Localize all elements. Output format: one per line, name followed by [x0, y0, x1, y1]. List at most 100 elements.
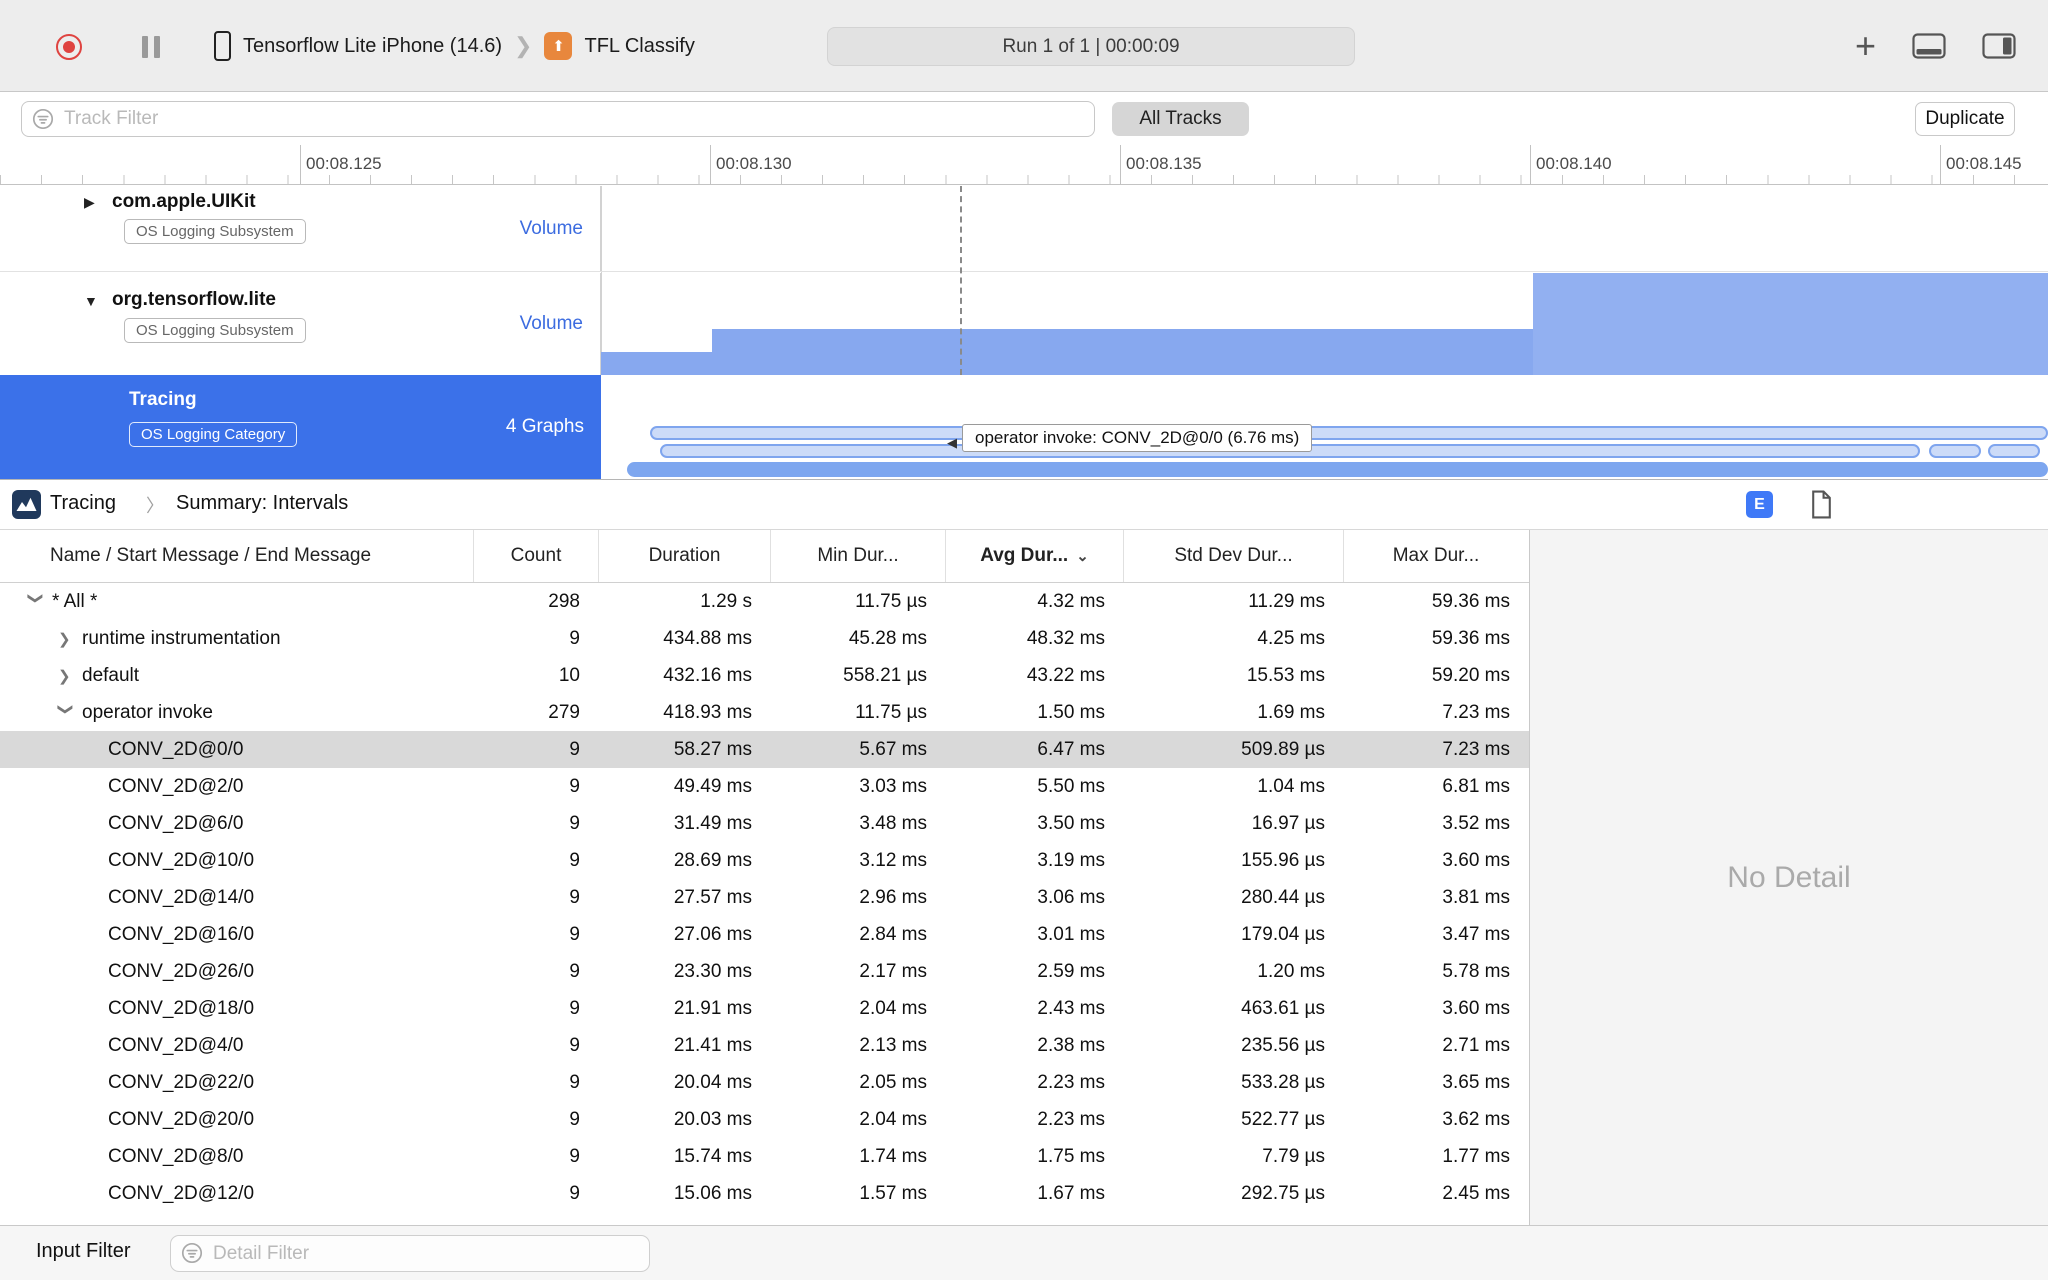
table-row[interactable]: CONV_2D@14/0 9 27.57 ms 2.96 ms 3.06 ms 280.4… [0, 879, 1529, 916]
disclosure-collapsed-icon[interactable]: ❯ [58, 667, 82, 685]
table-row[interactable]: CONV_2D@20/0 9 20.03 ms 2.04 ms 2.23 ms 522.7… [0, 1101, 1529, 1138]
cell-min: 2.13 ms [859, 1034, 927, 1056]
breadcrumb-root[interactable]: Tracing [50, 492, 116, 515]
column-header-std[interactable]: Std Dev Dur... [1123, 530, 1343, 582]
cell-duration: 15.06 ms [673, 1182, 752, 1204]
disclosure-collapsed-icon[interactable]: ▶ [84, 194, 95, 211]
add-instrument-button[interactable]: + [1855, 28, 1876, 64]
disclosure-collapsed-icon[interactable]: ❯ [58, 630, 82, 648]
interval-bar[interactable] [650, 426, 2048, 440]
cell-min: 2.96 ms [859, 886, 927, 908]
cell-std: 463.61 µs [1241, 997, 1325, 1019]
row-name: CONV_2D@2/0 [108, 775, 244, 797]
cell-max: 3.52 ms [1442, 812, 1510, 834]
interval-bar[interactable] [1988, 444, 2040, 458]
toggle-right-pane-button[interactable] [1982, 33, 2016, 59]
cell-std: 235.56 µs [1241, 1034, 1325, 1056]
right-pane-icon [1982, 33, 2016, 59]
table-row[interactable]: ❯ * All * 298 1.29 s 11.75 µs 4.32 ms 11.29 ms… [0, 583, 1529, 620]
cell-duration: 28.69 ms [673, 849, 752, 871]
all-tracks-button[interactable]: All Tracks [1112, 102, 1249, 136]
cell-avg: 3.06 ms [1037, 886, 1105, 908]
cell-avg: 6.47 ms [1037, 738, 1105, 760]
track-filter-input[interactable] [21, 101, 1095, 137]
table-row[interactable]: CONV_2D@26/0 9 23.30 ms 2.17 ms 2.59 ms 1.20 … [0, 953, 1529, 990]
table-row[interactable]: CONV_2D@12/0 9 15.06 ms 1.57 ms 1.67 ms 292.7… [0, 1175, 1529, 1212]
record-button[interactable] [56, 34, 82, 60]
cell-count: 9 [569, 886, 580, 908]
tooltip-text: operator invoke: CONV_2D@0/0 (6.76 ms) [975, 428, 1300, 447]
column-header-count[interactable]: Count [473, 530, 598, 582]
cell-std: 4.25 ms [1257, 627, 1325, 649]
cell-duration: 432.16 ms [663, 664, 752, 686]
table-row[interactable]: CONV_2D@6/0 9 31.49 ms 3.48 ms 3.50 ms 16.97 … [0, 805, 1529, 842]
column-header-min[interactable]: Min Dur... [770, 530, 945, 582]
table-row[interactable]: CONV_2D@2/0 9 49.49 ms 3.03 ms 5.50 ms 1.04 m… [0, 768, 1529, 805]
cell-max: 6.81 ms [1442, 775, 1510, 797]
column-header-max[interactable]: Max Dur... [1343, 530, 1528, 582]
toggle-bottom-pane-button[interactable] [1912, 33, 1946, 59]
cell-min: 3.48 ms [859, 812, 927, 834]
track-tracing-selected[interactable]: ◀ operator invoke: CONV_2D@0/0 (6.76 ms)… [0, 375, 2048, 480]
table-row[interactable]: CONV_2D@8/0 9 15.74 ms 1.74 ms 1.75 ms 7.79 µ… [0, 1138, 1529, 1175]
tooltip-pointer-icon: ◀ [947, 435, 957, 450]
table-row[interactable]: CONV_2D@10/0 9 28.69 ms 3.12 ms 3.19 ms 155.9… [0, 842, 1529, 879]
track-header[interactable]: ▼ org.tensorflow.lite OS Logging Subsyst… [0, 273, 601, 375]
column-header-name[interactable]: Name / Start Message / End Message [0, 530, 473, 582]
cell-count: 9 [569, 1182, 580, 1204]
track-name: com.apple.UIKit [112, 191, 256, 212]
table-row[interactable]: ❯ default 10 432.16 ms 558.21 µs 43.22 ms 15.5… [0, 657, 1529, 694]
track-header[interactable]: Tracing OS Logging Category 4 Graphs [0, 375, 601, 479]
cell-count: 9 [569, 775, 580, 797]
cell-avg: 5.50 ms [1037, 775, 1105, 797]
cell-count: 9 [569, 923, 580, 945]
chevron-right-icon: ❯ [514, 33, 533, 58]
volume-chart-segment [601, 352, 712, 375]
cell-max: 3.47 ms [1442, 923, 1510, 945]
table-row[interactable]: ❯ runtime instrumentation 9 434.88 ms 45.28 … [0, 620, 1529, 657]
table-row[interactable]: CONV_2D@18/0 9 21.91 ms 2.04 ms 2.43 ms 463.6… [0, 990, 1529, 1027]
expert-mode-button[interactable]: E [1746, 491, 1773, 518]
ruler[interactable]: 00:08.125 00:08.130 00:08.135 00:08.140 00:0… [0, 145, 2048, 185]
app-icon: ⬆ [544, 32, 573, 60]
playhead-line [960, 186, 962, 375]
record-icon [63, 41, 75, 53]
interval-bar[interactable] [1929, 444, 1981, 458]
row-name: CONV_2D@20/0 [108, 1108, 255, 1130]
cell-avg: 2.23 ms [1037, 1071, 1105, 1093]
target-selector[interactable]: Tensorflow Lite iPhone (14.6) ❯ ⬆ TFL Cl… [214, 0, 695, 92]
disclosure-expanded-icon[interactable]: ❯ [57, 703, 75, 719]
row-name: CONV_2D@10/0 [108, 849, 255, 871]
cell-max: 3.60 ms [1442, 997, 1510, 1019]
cell-count: 9 [569, 1145, 580, 1167]
table-row[interactable]: CONV_2D@4/0 9 21.41 ms 2.13 ms 2.38 ms 235.56… [0, 1027, 1529, 1064]
cell-std: 7.79 µs [1262, 1145, 1325, 1167]
table-row[interactable]: ❯ operator invoke 279 418.93 ms 11.75 µs 1.50… [0, 694, 1529, 731]
document-button[interactable] [1810, 490, 1833, 524]
table-row[interactable]: CONV_2D@0/0 9 58.27 ms 5.67 ms 6.47 ms 509.89… [0, 731, 1529, 768]
pause-button[interactable] [142, 36, 160, 58]
disclosure-expanded-icon[interactable]: ❯ [27, 592, 45, 608]
column-header-duration[interactable]: Duration [598, 530, 770, 582]
cell-max: 59.20 ms [1431, 664, 1510, 686]
cell-count: 9 [569, 627, 580, 649]
cell-avg: 1.50 ms [1037, 701, 1105, 723]
disclosure-expanded-icon[interactable]: ▼ [84, 293, 98, 309]
row-name: CONV_2D@26/0 [108, 960, 255, 982]
detail-filter-input[interactable] [170, 1235, 650, 1272]
cell-std: 16.97 µs [1251, 812, 1325, 834]
cell-std: 155.96 µs [1241, 849, 1325, 871]
cell-duration: 27.06 ms [673, 923, 752, 945]
duplicate-button[interactable]: Duplicate [1915, 102, 2015, 136]
cell-std: 11.29 ms [1248, 590, 1325, 612]
table-row[interactable]: CONV_2D@16/0 9 27.06 ms 2.84 ms 3.01 ms 179.0… [0, 916, 1529, 953]
track-com-apple-uikit[interactable]: ▶ com.apple.UIKit OS Logging Subsystem V… [0, 186, 2048, 272]
interval-bar[interactable] [627, 462, 2048, 477]
track-header[interactable]: ▶ com.apple.UIKit OS Logging Subsystem V… [0, 186, 601, 271]
detail-panel: No Detail [1530, 530, 2048, 1225]
track-org-tensorflow-lite[interactable]: ▼ org.tensorflow.lite OS Logging Subsyst… [0, 273, 2048, 375]
track-badge: OS Logging Subsystem [124, 219, 306, 244]
column-header-avg[interactable]: Avg Dur... ⌄ [945, 530, 1123, 582]
table-row[interactable]: CONV_2D@22/0 9 20.04 ms 2.05 ms 2.23 ms 533.2… [0, 1064, 1529, 1101]
tracks-area: ▶ com.apple.UIKit OS Logging Subsystem V… [0, 186, 2048, 480]
